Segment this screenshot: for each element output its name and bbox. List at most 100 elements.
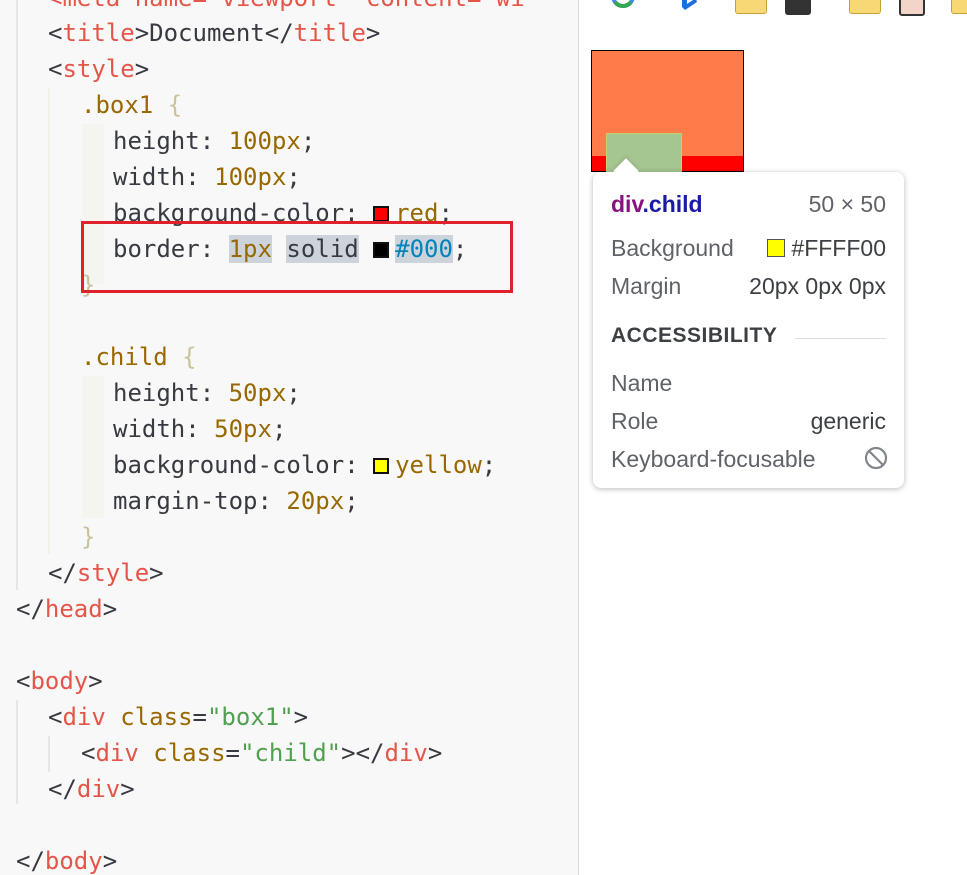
- code-token: 100px: [228, 127, 301, 155]
- code-line: </head>: [16, 591, 117, 627]
- code-token: }: [81, 523, 96, 551]
- code-token: </: [48, 559, 77, 587]
- background-value: #FFFF00: [767, 234, 886, 262]
- code-token: Document: [149, 19, 265, 47]
- code-token: .child: [81, 343, 168, 371]
- code-token: .box1: [81, 91, 154, 119]
- code-token: <: [16, 667, 31, 695]
- film-icon[interactable]: [785, 0, 811, 15]
- code-token: >: [102, 595, 118, 623]
- divider: [795, 338, 886, 339]
- code-line: <body>: [16, 663, 103, 699]
- code-line: height: 50px;: [113, 379, 301, 407]
- code-token: </: [48, 775, 77, 803]
- box1-element[interactable]: [591, 50, 744, 209]
- code-token: </: [264, 19, 294, 47]
- tooltip-header: div.child 50 × 50: [611, 190, 886, 218]
- code-token: height: [113, 127, 200, 155]
- yellow-color-swatch[interactable]: [373, 458, 390, 474]
- margin-label: Margin: [611, 273, 682, 299]
- code-editor[interactable]: <meta name="viewport" content="wi <title…: [0, 0, 578, 875]
- name-label: Name: [611, 370, 673, 396]
- code-token: <: [48, 55, 63, 83]
- code-token: 50px: [228, 379, 287, 407]
- bookmark-thumb-icon[interactable]: [899, 0, 925, 16]
- code-token: >: [365, 19, 381, 47]
- code-token: body: [44, 847, 103, 875]
- code-line: </body>: [16, 843, 117, 875]
- code-token: "child": [239, 739, 342, 767]
- code-token: title: [62, 19, 135, 47]
- code-token: style: [76, 559, 150, 587]
- selector-tag: div: [611, 191, 643, 217]
- background-hex: #FFFF00: [791, 235, 886, 261]
- code-token: </: [355, 739, 385, 767]
- code-token: </: [16, 847, 45, 875]
- indent-guide: [48, 736, 50, 772]
- tooltip-row-background: Background #FFFF00: [611, 234, 886, 262]
- code-token: div: [62, 703, 106, 731]
- code-token: <: [48, 703, 63, 731]
- indent-guide: [48, 88, 50, 554]
- annotation-highlight-box: [81, 221, 513, 293]
- tooltip-row-margin: Margin 20px 0px 0px: [611, 272, 886, 300]
- meta-line: <meta name="viewport" content="wi: [48, 0, 525, 12]
- code-token: margin-top: [113, 487, 258, 515]
- code-token: title: [293, 19, 366, 47]
- code-token: height: [113, 379, 200, 407]
- element-selector: div.child: [611, 191, 703, 217]
- code-token: >: [134, 55, 150, 83]
- code-line: <div class="box1">: [48, 703, 309, 731]
- bookmarks-bar: [579, 0, 967, 16]
- tooltip-row-role: Role generic: [611, 407, 886, 435]
- google-icon[interactable]: [609, 0, 637, 12]
- code-token: >: [149, 559, 164, 587]
- code-line: width: 50px;: [113, 415, 287, 443]
- code-token: >: [341, 739, 356, 767]
- code-token: >: [88, 667, 103, 695]
- margin-value: 20px 0px 0px: [749, 273, 886, 299]
- code-token: head: [44, 595, 103, 623]
- tooltip-row-focusable: Keyboard-focusable: [611, 445, 888, 473]
- background-label: Background: [611, 235, 734, 261]
- folder-icon[interactable]: [849, 0, 881, 14]
- code-line: <style>: [48, 51, 149, 87]
- code-line: <div class="child"></div>: [81, 739, 443, 767]
- code-token: div: [76, 775, 121, 803]
- indent-guide: [16, 700, 18, 804]
- code-token: </: [16, 595, 45, 623]
- code-token: 50px: [214, 415, 272, 443]
- code-token: >: [293, 703, 309, 731]
- focusable-label: Keyboard-focusable: [611, 446, 816, 472]
- tooltip-row-name: Name: [611, 369, 886, 397]
- code-token: 20px: [286, 487, 345, 515]
- bing-icon[interactable]: [675, 0, 699, 12]
- code-token: style: [62, 55, 135, 83]
- code-line: }: [81, 519, 95, 555]
- accessibility-heading: ACCESSIBILITY: [611, 324, 778, 347]
- code-line: </style>: [48, 555, 164, 591]
- code-token: >: [102, 847, 118, 875]
- code-token: 100px: [214, 163, 287, 191]
- code-token: >: [134, 19, 150, 47]
- code-token: div: [95, 739, 139, 767]
- code-token: <: [81, 739, 96, 767]
- code-token: class: [120, 703, 193, 731]
- not-allowed-icon: [864, 446, 888, 470]
- code-line: height: 100px;: [113, 127, 316, 155]
- folder-icon[interactable]: [951, 0, 967, 14]
- code-token: {: [167, 91, 183, 119]
- code-token: "box1": [206, 703, 294, 731]
- code-line: </div>: [48, 771, 135, 807]
- code-line: width: 100px;: [113, 163, 301, 191]
- code-line: .child {: [81, 339, 197, 375]
- role-label: Role: [611, 408, 659, 434]
- code-line: margin-top: 20px;: [113, 487, 359, 515]
- code-token: div: [384, 739, 428, 767]
- code-token: <: [48, 19, 63, 47]
- code-token: >: [120, 775, 135, 803]
- code-token: yellow: [395, 451, 482, 479]
- code-token: width: [113, 163, 186, 191]
- folder-icon[interactable]: [735, 0, 767, 14]
- red-color-swatch[interactable]: [373, 206, 390, 222]
